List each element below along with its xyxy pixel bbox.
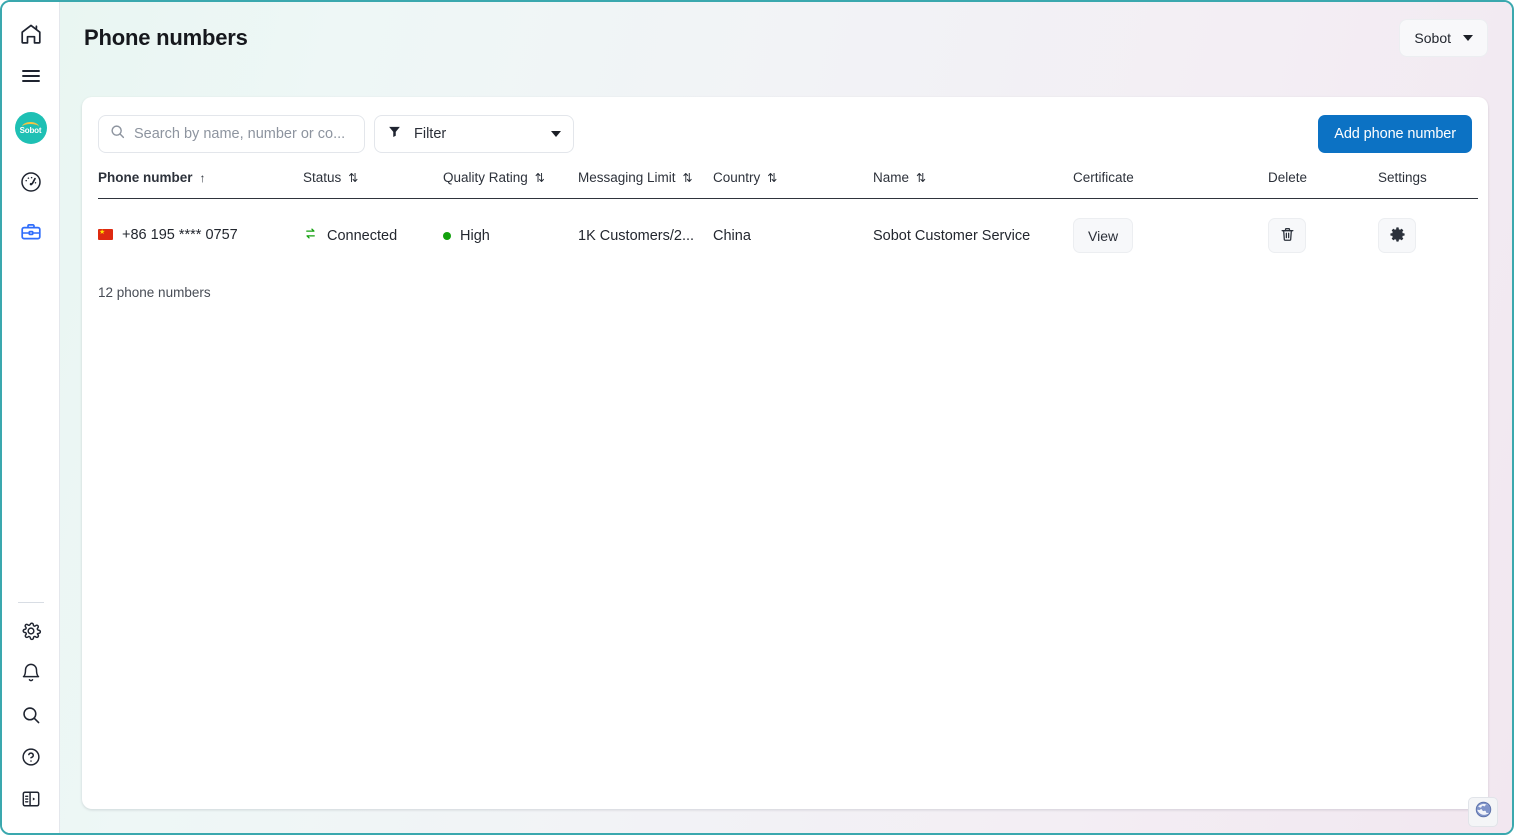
home-icon[interactable] (11, 14, 51, 54)
col-label: Quality Rating (443, 170, 528, 185)
phone-numbers-table: Phone number ↑ Status ⇅ Quality Rating ⇅… (98, 170, 1478, 272)
filter-dropdown[interactable]: Filter (374, 115, 574, 153)
col-label: Country (713, 170, 761, 185)
col-label: Status (303, 170, 342, 185)
sobot-logo: Sobot (14, 112, 47, 144)
cell-delete (1268, 199, 1378, 273)
rail-divider (17, 602, 44, 603)
left-rail-nav: Sobot (2, 2, 60, 833)
filter-label: Filter (414, 126, 447, 142)
phone-numbers-card: Filter Add phone number (82, 97, 1488, 809)
gear-icon (1389, 226, 1406, 246)
filter-icon (387, 124, 402, 144)
table-header-row: Phone number ↑ Status ⇅ Quality Rating ⇅… (98, 170, 1478, 199)
col-label: Name (873, 170, 910, 185)
gear-icon[interactable] (11, 611, 51, 651)
table-body: +86 195 **** 0757 (98, 199, 1478, 273)
main-region: Phone numbers Sobot Search by name, numb… (60, 2, 1512, 833)
col-header-messaging-limit[interactable]: Messaging Limit ⇅ (578, 170, 713, 199)
status-text: Connected (327, 227, 398, 244)
chevron-down-icon (551, 131, 561, 137)
sort-icon: ⇅ (534, 170, 545, 185)
app-window: Sobot Phone numbers Sobot Search by name… (0, 0, 1514, 835)
col-header-phone-number[interactable]: Phone number ↑ (98, 170, 303, 199)
help-icon[interactable] (11, 737, 51, 777)
search-icon (109, 123, 126, 145)
globe-icon-button[interactable] (1468, 797, 1498, 827)
page-header: Phone numbers Sobot (60, 2, 1512, 74)
sort-icon: ⇅ (767, 170, 778, 185)
menu-icon[interactable] (11, 56, 51, 96)
connected-arrows-icon (303, 226, 318, 245)
cell-certificate: View (1073, 199, 1268, 273)
add-phone-number-button[interactable]: Add phone number (1318, 115, 1472, 153)
chevron-down-icon (1463, 35, 1473, 41)
col-label: Phone number (98, 170, 193, 185)
sobot-logo-button[interactable]: Sobot (11, 108, 51, 148)
col-header-country[interactable]: Country ⇅ (713, 170, 873, 199)
row-count-label: 12 phone numbers (98, 285, 211, 300)
cn-flag-icon (98, 227, 113, 241)
sort-icon: ⇅ (916, 170, 927, 185)
table-row[interactable]: +86 195 **** 0757 (98, 199, 1478, 273)
sort-asc-icon: ↑ (199, 170, 206, 185)
col-header-certificate: Certificate (1073, 170, 1268, 199)
col-label: Delete (1268, 170, 1308, 185)
sort-icon: ⇅ (682, 170, 693, 185)
sobot-logo-text: Sobot (19, 125, 42, 135)
cell-status: Connected (303, 199, 443, 273)
search-icon[interactable] (11, 695, 51, 735)
account-switcher-label: Sobot (1414, 30, 1451, 46)
cell-phone-number: +86 195 **** 0757 (98, 199, 303, 273)
col-label: Certificate (1073, 170, 1134, 185)
cell-quality-rating: High (443, 199, 578, 273)
quality-status-dot (443, 231, 451, 240)
panel-toggle-icon[interactable] (11, 779, 51, 819)
col-header-quality-rating[interactable]: Quality Rating ⇅ (443, 170, 578, 199)
phone-number-text: +86 195 **** 0757 (122, 226, 238, 243)
search-input[interactable] (134, 126, 354, 142)
row-settings-button[interactable] (1378, 218, 1416, 253)
col-header-status[interactable]: Status ⇅ (303, 170, 443, 199)
col-header-settings: Settings (1378, 170, 1478, 199)
col-header-delete: Delete (1268, 170, 1378, 199)
cell-name: Sobot Customer Service (873, 227, 1031, 244)
quality-text: High (460, 227, 490, 244)
view-certificate-button[interactable]: View (1073, 218, 1134, 253)
sort-icon: ⇅ (348, 170, 359, 185)
account-switcher[interactable]: Sobot (1399, 19, 1488, 57)
table-head: Phone number ↑ Status ⇅ Quality Rating ⇅… (98, 170, 1478, 199)
delete-row-button[interactable] (1268, 218, 1306, 253)
trash-icon (1279, 226, 1296, 246)
cell-country: China (713, 227, 751, 244)
search-field-wrapper[interactable] (98, 115, 365, 153)
col-header-name[interactable]: Name ⇅ (873, 170, 1073, 199)
page-title: Phone numbers (84, 25, 248, 50)
dashboard-icon[interactable] (11, 162, 51, 202)
table-toolbar: Filter Add phone number (98, 115, 1472, 153)
bell-icon[interactable] (11, 653, 51, 693)
cell-settings (1378, 199, 1478, 273)
col-label: Messaging Limit (578, 170, 676, 185)
col-label: Settings (1378, 170, 1427, 185)
globe-icon (1474, 800, 1493, 824)
cell-messaging-limit: 1K Customers/2... (578, 227, 695, 244)
briefcase-icon[interactable] (11, 212, 51, 252)
